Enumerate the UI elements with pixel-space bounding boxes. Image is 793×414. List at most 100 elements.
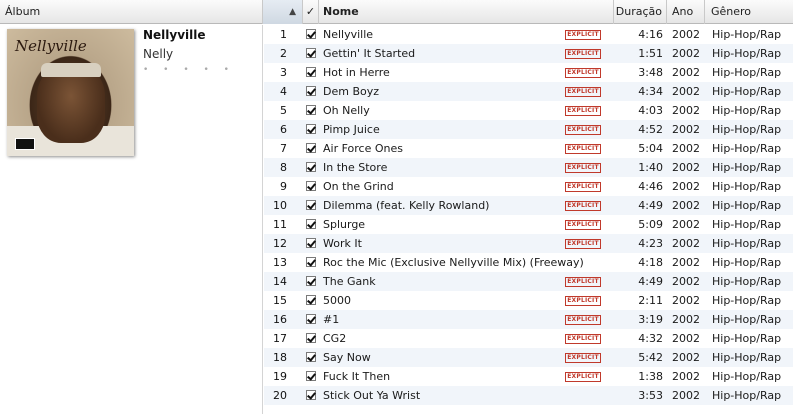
track-row[interactable]: 14 The Gank EXPLICIT 4:49 2002 Hip-Hop/Rap	[264, 272, 793, 291]
track-checkbox[interactable]	[306, 200, 318, 211]
track-row[interactable]: 10 Dilemma (feat. Kelly Rowland) EXPLICIT 4…	[264, 196, 793, 215]
explicit-label: EXPLICIT	[565, 125, 601, 135]
track-name[interactable]: Stick Out Ya Wrist	[323, 386, 618, 405]
album-title: Nellyville	[143, 28, 206, 42]
track-row[interactable]: 2 Gettin' It Started EXPLICIT 1:51 2002 Hip-H…	[264, 44, 793, 63]
track-row[interactable]: 9 On the Grind EXPLICIT 4:46 2002 Hip-Hop/Rap	[264, 177, 793, 196]
track-checkbox[interactable]	[306, 238, 318, 249]
track-checkbox[interactable]	[306, 86, 318, 97]
track-checkbox[interactable]	[306, 352, 318, 363]
track-year: 2002	[672, 218, 700, 231]
track-checkbox[interactable]	[306, 314, 318, 325]
explicit-badge: EXPLICIT	[565, 144, 603, 154]
column-header-check[interactable]: ✓	[303, 0, 319, 24]
track-number: 5	[280, 104, 287, 117]
track-checkbox[interactable]	[306, 276, 318, 287]
sort-ascending-icon[interactable]: ▲	[263, 0, 303, 24]
checkmark-icon[interactable]	[306, 314, 316, 324]
track-duration: 5:09	[638, 218, 663, 231]
track-number: 2	[280, 47, 287, 60]
track-row[interactable]: 4 Dem Boyz EXPLICIT 4:34 2002 Hip-Hop/Rap	[264, 82, 793, 101]
track-year: 2002	[672, 161, 700, 174]
track-checkbox[interactable]	[306, 257, 318, 268]
explicit-label: EXPLICIT	[565, 30, 601, 40]
track-row[interactable]: 8 In the Store EXPLICIT 1:40 2002 Hip-Hop/Rap	[264, 158, 793, 177]
track-row[interactable]: 3 Hot in Herre EXPLICIT 3:48 2002 Hip-Hop/Rap	[264, 63, 793, 82]
checkmark-icon[interactable]	[306, 295, 316, 305]
checkmark-icon[interactable]	[306, 143, 316, 153]
track-genre: Hip-Hop/Rap	[712, 123, 782, 136]
track-row[interactable]: 5 Oh Nelly EXPLICIT 4:03 2002 Hip-Hop/Rap	[264, 101, 793, 120]
checkmark-icon[interactable]	[306, 333, 316, 343]
track-checkbox[interactable]	[306, 29, 318, 40]
checkmark-icon[interactable]	[306, 371, 316, 381]
track-year: 2002	[672, 294, 700, 307]
track-checkbox[interactable]	[306, 390, 318, 401]
checkmark-icon[interactable]	[306, 219, 316, 229]
checkmark-icon[interactable]	[306, 257, 316, 267]
checkmark-icon[interactable]	[306, 67, 316, 77]
checkmark-icon[interactable]	[306, 200, 316, 210]
column-header-genre[interactable]: Gênero	[705, 0, 793, 24]
track-checkbox[interactable]	[306, 295, 318, 306]
track-checkbox[interactable]	[306, 48, 318, 59]
checkmark-icon[interactable]	[306, 390, 316, 400]
track-list: 1 Nellyville EXPLICIT 4:16 2002 Hip-Hop/Rap 2 G…	[264, 25, 793, 405]
track-duration: 4:52	[638, 123, 663, 136]
track-row[interactable]: 18 Say Now EXPLICIT 5:42 2002 Hip-Hop/Rap	[264, 348, 793, 367]
track-checkbox[interactable]	[306, 181, 318, 192]
track-year: 2002	[672, 389, 700, 402]
track-checkbox[interactable]	[306, 219, 318, 230]
checkmark-icon[interactable]	[306, 352, 316, 362]
track-row[interactable]: 12 Work It EXPLICIT 4:23 2002 Hip-Hop/Rap	[264, 234, 793, 253]
track-checkbox[interactable]	[306, 371, 318, 382]
track-row[interactable]: 7 Air Force Ones EXPLICIT 5:04 2002 Hip-Hop/R…	[264, 139, 793, 158]
checkmark-icon[interactable]	[306, 86, 316, 96]
explicit-label: EXPLICIT	[565, 296, 601, 306]
track-genre: Hip-Hop/Rap	[712, 142, 782, 155]
checkmark-icon[interactable]	[306, 181, 316, 191]
explicit-label: EXPLICIT	[565, 220, 601, 230]
track-row[interactable]: 13 Roc the Mic (Exclusive Nellyville Mix)…	[264, 253, 793, 272]
checkmark-icon[interactable]	[306, 162, 316, 172]
checkmark-icon[interactable]	[306, 105, 316, 115]
track-row[interactable]: 15 5000 EXPLICIT 2:11 2002 Hip-Hop/Rap	[264, 291, 793, 310]
album-cover[interactable]: Nellyville	[7, 29, 134, 156]
track-row[interactable]: 19 Fuck It Then EXPLICIT 1:38 2002 Hip-Hop/Ra…	[264, 367, 793, 386]
track-duration: 4:46	[638, 180, 663, 193]
track-genre: Hip-Hop/Rap	[712, 370, 782, 383]
track-checkbox[interactable]	[306, 162, 318, 173]
track-checkbox[interactable]	[306, 143, 318, 154]
checkmark-icon[interactable]	[306, 124, 316, 134]
track-row[interactable]: 6 Pimp Juice EXPLICIT 4:52 2002 Hip-Hop/Rap	[264, 120, 793, 139]
track-checkbox[interactable]	[306, 124, 318, 135]
column-header-album[interactable]: Álbum	[0, 0, 263, 24]
column-header-duration[interactable]: Duração	[614, 0, 667, 24]
checkmark-icon[interactable]	[306, 238, 316, 248]
track-year: 2002	[672, 180, 700, 193]
track-year: 2002	[672, 313, 700, 326]
track-row[interactable]: 20 Stick Out Ya Wrist 3:53 2002 Hip-Hop/Rap	[264, 386, 793, 405]
checkmark-icon[interactable]	[306, 48, 316, 58]
track-row[interactable]: 16 #1 EXPLICIT 3:19 2002 Hip-Hop/Rap	[264, 310, 793, 329]
column-header-year[interactable]: Ano	[667, 0, 705, 24]
album-rating[interactable]: • • • • •	[143, 65, 235, 75]
checkmark-icon[interactable]	[306, 29, 316, 39]
column-header-bar: Álbum ▲ ✓ Nome Duração Ano Gênero	[0, 0, 793, 24]
track-year: 2002	[672, 28, 700, 41]
track-row[interactable]: 1 Nellyville EXPLICIT 4:16 2002 Hip-Hop/Rap	[264, 25, 793, 44]
explicit-badge: EXPLICIT	[565, 296, 603, 306]
track-genre: Hip-Hop/Rap	[712, 256, 782, 269]
track-checkbox[interactable]	[306, 67, 318, 78]
track-row[interactable]: 17 CG2 EXPLICIT 4:32 2002 Hip-Hop/Rap	[264, 329, 793, 348]
column-header-name[interactable]: Nome	[319, 0, 614, 24]
checkmark-icon[interactable]	[306, 276, 316, 286]
track-checkbox[interactable]	[306, 333, 318, 344]
track-genre: Hip-Hop/Rap	[712, 104, 782, 117]
track-row[interactable]: 11 Splurge EXPLICIT 5:09 2002 Hip-Hop/Rap	[264, 215, 793, 234]
explicit-label: EXPLICIT	[565, 372, 601, 382]
explicit-badge: EXPLICIT	[565, 106, 603, 116]
track-duration: 2:11	[638, 294, 663, 307]
track-checkbox[interactable]	[306, 105, 318, 116]
track-name[interactable]: Roc the Mic (Exclusive Nellyville Mix) (…	[323, 253, 618, 272]
